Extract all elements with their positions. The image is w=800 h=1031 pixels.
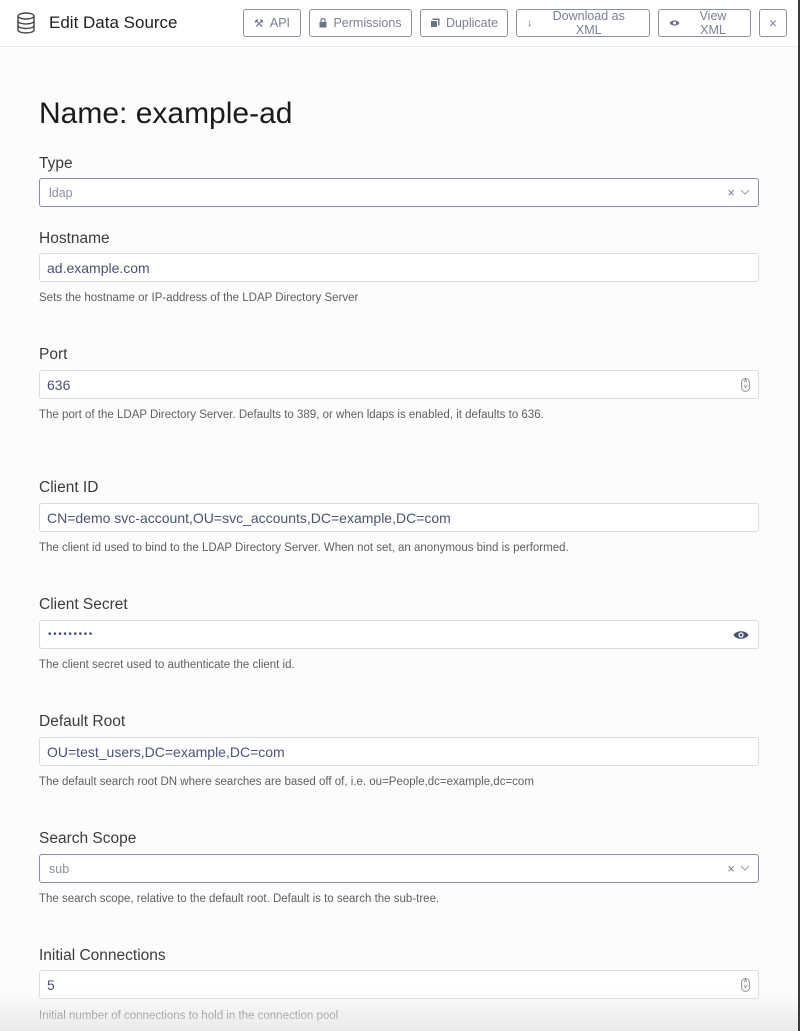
tools-icon: ⚒ xyxy=(253,17,264,30)
copy-icon xyxy=(429,18,440,28)
port-label: Port xyxy=(39,346,68,363)
eye-icon xyxy=(669,19,680,27)
database-icon xyxy=(17,12,35,34)
hostname-input[interactable]: ad.example.com xyxy=(39,253,759,282)
initial-connections-input-value: 5 xyxy=(47,977,55,993)
arrow-down-icon: ↓ xyxy=(527,17,533,29)
default-root-label: Default Root xyxy=(39,713,126,730)
api-button[interactable]: ⚒ API xyxy=(243,9,301,37)
default-root-help: The default search root DN where searche… xyxy=(39,776,534,788)
client-id-input[interactable]: CN=demo svc-account,OU=svc_accounts,DC=e… xyxy=(39,503,759,532)
type-select-value: ldap xyxy=(49,186,73,200)
initial-connections-spinner[interactable]: ˄ ˅ xyxy=(741,978,750,992)
permissions-button-label: Permissions xyxy=(333,16,402,30)
client-secret-input[interactable]: ••••••••• xyxy=(39,620,759,649)
default-root-input-value: OU=test_users,DC=example,DC=com xyxy=(47,744,285,760)
api-button-label: API xyxy=(269,16,291,30)
client-id-input-value: CN=demo svc-account,OU=svc_accounts,DC=e… xyxy=(47,510,451,526)
page-title: Name: example-ad xyxy=(39,97,293,130)
port-spinner[interactable]: ˄ ˅ xyxy=(741,378,750,392)
client-id-label: Client ID xyxy=(39,479,99,496)
download-xml-button-label: Download as XML xyxy=(552,9,625,37)
initial-connections-label: Initial Connections xyxy=(39,947,166,964)
search-scope-clear-icon[interactable]: × xyxy=(727,861,735,876)
port-input[interactable]: 636 ˄ ˅ xyxy=(39,370,759,399)
hostname-label: Hostname xyxy=(39,230,110,247)
lock-icon xyxy=(319,18,327,28)
client-secret-input-value: ••••••••• xyxy=(48,629,94,640)
type-label: Type xyxy=(39,155,73,172)
search-scope-help: The search scope, relative to the defaul… xyxy=(39,893,440,905)
initial-connections-help: Initial number of connections to hold in… xyxy=(39,1010,339,1022)
page-header-title: Edit Data Source xyxy=(49,13,178,32)
duplicate-button[interactable]: Duplicate xyxy=(420,9,508,37)
initial-connections-input[interactable]: 5 ˄ ˅ xyxy=(39,970,759,999)
chevron-down-icon[interactable] xyxy=(740,863,750,873)
search-scope-label: Search Scope xyxy=(39,830,137,847)
close-button[interactable]: × xyxy=(759,9,787,37)
download-xml-button[interactable]: ↓ Download as XML xyxy=(516,9,650,37)
client-id-help: The client id used to bind to the LDAP D… xyxy=(39,542,569,554)
port-input-value: 636 xyxy=(47,377,71,393)
search-scope-select[interactable]: sub × xyxy=(39,854,759,883)
type-clear-icon[interactable]: × xyxy=(727,185,735,200)
view-xml-button[interactable]: View XML xyxy=(658,9,751,37)
duplicate-button-label: Duplicate xyxy=(445,16,499,30)
search-scope-select-value: sub xyxy=(49,862,70,876)
type-select[interactable]: ldap × xyxy=(39,178,759,207)
port-help: The port of the LDAP Directory Server. D… xyxy=(39,409,544,421)
default-root-input[interactable]: OU=test_users,DC=example,DC=com xyxy=(39,737,759,766)
chevron-down-icon[interactable] xyxy=(740,187,750,197)
eye-icon[interactable] xyxy=(733,629,749,641)
client-secret-label: Client Secret xyxy=(39,596,128,613)
hostname-help: Sets the hostname or IP-address of the L… xyxy=(39,292,359,304)
client-secret-help: The client secret used to authenticate t… xyxy=(39,659,295,671)
hostname-input-value: ad.example.com xyxy=(47,260,150,276)
view-xml-button-label: View XML xyxy=(699,9,727,37)
permissions-button[interactable]: Permissions xyxy=(309,9,412,37)
header-bar: Edit Data Source ⚒ API Permissions Dupli… xyxy=(0,0,798,47)
close-icon: × xyxy=(768,15,778,31)
